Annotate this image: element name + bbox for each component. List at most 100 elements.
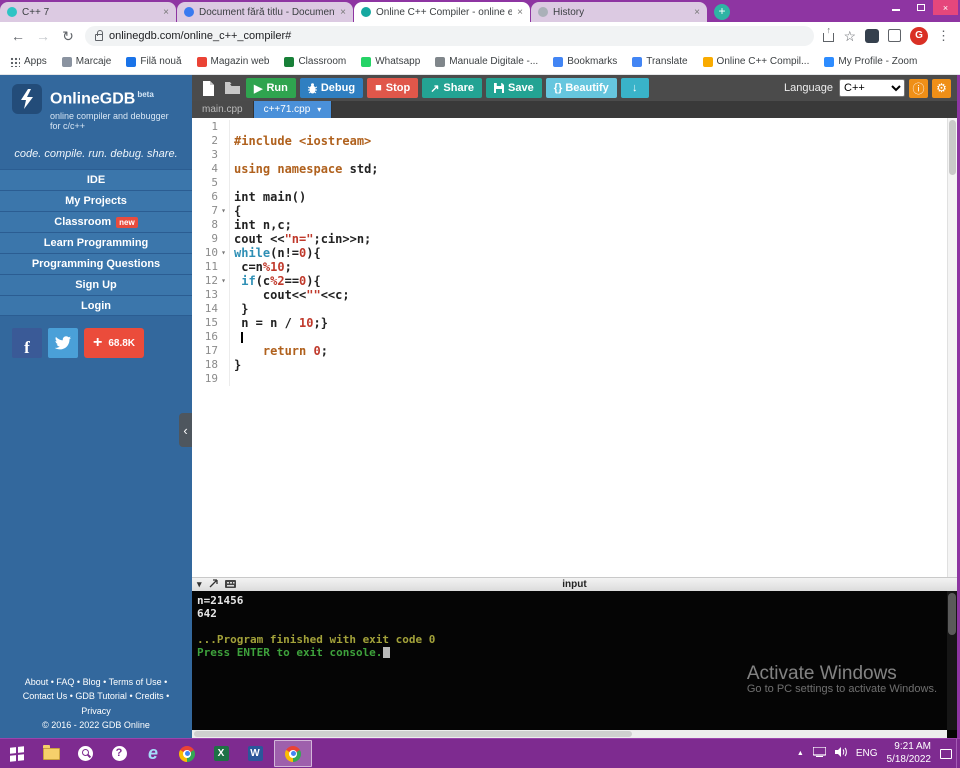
bookmark-item[interactable]: Bookmarks: [553, 56, 617, 67]
taskbar-chrome-button[interactable]: [170, 739, 204, 768]
share-button[interactable]: ↗Share: [422, 78, 482, 98]
footer-link[interactable]: Privacy: [81, 706, 111, 716]
taskbar-chrome-active-button[interactable]: [274, 740, 312, 767]
browser-tab[interactable]: C++ 7×: [0, 2, 176, 22]
sidebar-item-ide[interactable]: IDE: [0, 169, 192, 190]
taskbar-word-button[interactable]: [238, 739, 272, 768]
stop-button[interactable]: ■Stop: [367, 78, 418, 98]
code-line[interactable]: 9cout <<"n=";cin>>n;: [192, 232, 957, 246]
code-line[interactable]: 6int main(): [192, 190, 957, 204]
code-line[interactable]: 5: [192, 176, 957, 190]
network-icon[interactable]: [813, 747, 826, 760]
editor-tab[interactable]: main.cpp: [192, 101, 254, 118]
info-button[interactable]: ⓘ: [909, 79, 928, 98]
share-page-icon[interactable]: [823, 33, 834, 42]
taskbar-excel-button[interactable]: [204, 739, 238, 768]
footer-link[interactable]: Credits: [135, 691, 164, 701]
bookmark-item[interactable]: Whatsapp: [361, 56, 420, 67]
extension-b-icon[interactable]: [888, 29, 901, 42]
code-line[interactable]: 11 c=n%10;: [192, 260, 957, 274]
minimize-button[interactable]: [883, 0, 908, 15]
sidebar-item-learn-programming[interactable]: Learn Programming: [0, 232, 192, 253]
sidebar-collapse-button[interactable]: ‹: [179, 413, 192, 447]
code-line[interactable]: 2#include <iostream>: [192, 134, 957, 148]
code-line[interactable]: 12▾ if(c%2==0){: [192, 274, 957, 288]
bookmark-item[interactable]: Magazin web: [197, 56, 270, 67]
console-scrollbar-thumb[interactable]: [948, 593, 956, 635]
bookmark-item[interactable]: My Profile - Zoom: [824, 56, 917, 67]
back-icon[interactable]: ←: [10, 29, 26, 43]
keyboard-icon[interactable]: [225, 580, 236, 590]
fold-marker-icon[interactable]: ▾: [218, 246, 230, 260]
chevron-down-icon[interactable]: ▾: [317, 105, 321, 114]
debug-button[interactable]: Debug: [300, 78, 363, 98]
footer-link[interactable]: About: [25, 677, 49, 687]
facebook-icon[interactable]: f: [12, 328, 42, 358]
bookmark-item[interactable]: Manuale Digitale -...: [435, 56, 538, 67]
notification-icon[interactable]: [940, 749, 952, 759]
code-line[interactable]: 1: [192, 120, 957, 134]
sidebar-item-classroom[interactable]: Classroomnew: [0, 211, 192, 232]
code-line[interactable]: 18}: [192, 358, 957, 372]
resize-console-icon[interactable]: [209, 579, 218, 590]
save-button[interactable]: Save: [486, 78, 542, 98]
bookmark-item[interactable]: Classroom: [284, 56, 346, 67]
bookmark-star-icon[interactable]: ☆: [843, 29, 856, 43]
bookmark-item[interactable]: Online C++ Compil...: [703, 56, 810, 67]
taskbar-internet-explorer-button[interactable]: [136, 739, 170, 768]
fold-marker-icon[interactable]: ▾: [218, 204, 230, 218]
browser-tab[interactable]: Online C++ Compiler - online ed×: [354, 2, 530, 22]
code-line[interactable]: 15 n = n / 10;}: [192, 316, 957, 330]
browser-tab[interactable]: History×: [531, 2, 707, 22]
language-select[interactable]: C++: [839, 79, 905, 97]
code-line[interactable]: 19: [192, 372, 957, 386]
bookmark-item[interactable]: Filă nouă: [126, 56, 181, 67]
browser-menu-icon[interactable]: ⋮: [937, 28, 950, 44]
taskbar-help-button[interactable]: [102, 739, 136, 768]
console-scrollbar[interactable]: [947, 591, 957, 730]
footer-link[interactable]: GDB Tutorial: [75, 691, 127, 701]
tab-close-icon[interactable]: ×: [517, 7, 523, 18]
hidden-icons-chevron[interactable]: ▲: [797, 750, 804, 757]
bookmark-item[interactable]: Translate: [632, 56, 687, 67]
tab-close-icon[interactable]: ×: [340, 7, 346, 18]
download-button[interactable]: ↓: [621, 78, 649, 98]
sidebar-item-my-projects[interactable]: My Projects: [0, 190, 192, 211]
open-project-icon[interactable]: [222, 78, 242, 98]
url-field[interactable]: onlinegdb.com/online_c++_compiler#: [85, 26, 814, 46]
profile-avatar[interactable]: G: [910, 27, 928, 45]
taskbar-clock[interactable]: 9:21 AM 5/18/2022: [887, 741, 932, 766]
console-hscrollbar-thumb[interactable]: [194, 731, 632, 737]
show-desktop-strip[interactable]: [956, 739, 960, 768]
settings-gear-button[interactable]: ⚙: [932, 79, 951, 98]
new-file-icon[interactable]: [198, 78, 218, 98]
code-line[interactable]: 13 cout<<""<<c;: [192, 288, 957, 302]
tab-close-icon[interactable]: ×: [694, 7, 700, 18]
taskbar-search-button[interactable]: [68, 739, 102, 768]
console-hscrollbar[interactable]: [192, 730, 947, 738]
code-line[interactable]: 7▾{: [192, 204, 957, 218]
code-line[interactable]: 17 return 0;: [192, 344, 957, 358]
bookmark-item[interactable]: Apps: [10, 56, 47, 67]
code-line[interactable]: 14 }: [192, 302, 957, 316]
taskbar-start-button[interactable]: [0, 739, 34, 768]
twitter-icon[interactable]: [48, 328, 78, 358]
sidebar-item-login[interactable]: Login: [0, 295, 192, 316]
footer-link[interactable]: FAQ: [56, 677, 74, 687]
bookmark-item[interactable]: Marcaje: [62, 56, 112, 67]
language-indicator[interactable]: ENG: [856, 748, 878, 759]
new-tab-button[interactable]: +: [714, 4, 730, 20]
footer-link[interactable]: Terms of Use: [109, 677, 162, 687]
maximize-button[interactable]: [908, 0, 933, 15]
extension-a-icon[interactable]: [865, 29, 879, 43]
editor-scrollbar[interactable]: [947, 118, 957, 577]
browser-tab[interactable]: Document fără titlu - Documente×: [177, 2, 353, 22]
tab-close-icon[interactable]: ×: [163, 7, 169, 18]
code-editor[interactable]: 12#include <iostream>34using namespace s…: [192, 118, 957, 577]
volume-icon[interactable]: [835, 747, 847, 760]
footer-link[interactable]: Blog: [83, 677, 101, 687]
code-line[interactable]: 16: [192, 330, 957, 344]
fold-marker-icon[interactable]: ▾: [218, 274, 230, 288]
taskbar-file-explorer-button[interactable]: [34, 739, 68, 768]
code-line[interactable]: 10▾while(n!=0){: [192, 246, 957, 260]
